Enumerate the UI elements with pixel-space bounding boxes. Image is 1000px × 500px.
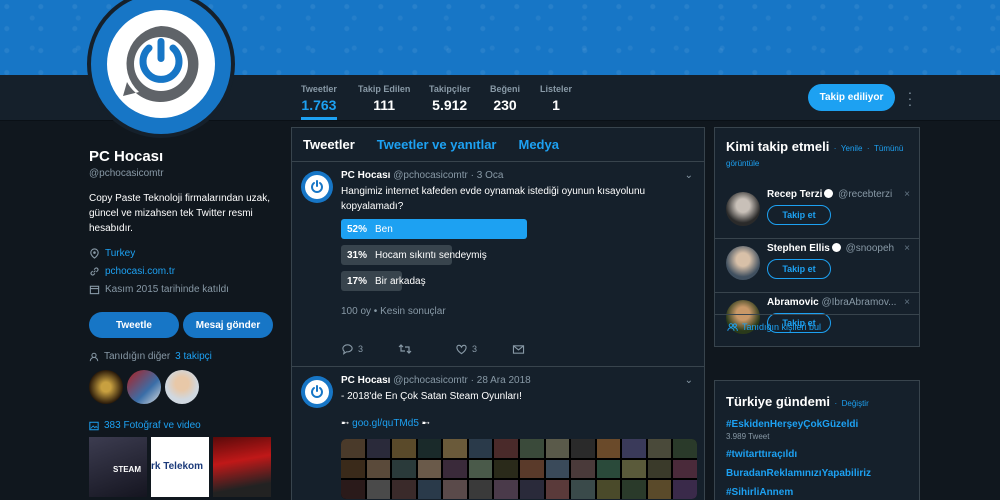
media-thumbnail[interactable]: rk Telekom [151,437,209,497]
known-followers-link[interactable]: 3 takipçi [175,351,212,362]
tab-tweets[interactable]: Tweetler [303,137,355,152]
trends-title: Türkiye gündemi [726,394,831,409]
photos-videos-link[interactable]: 383 Fotoğraf ve video [89,420,201,431]
tweet[interactable]: PC Hocası @pchocasicomtr · 3 Oca ⌄ Hangi… [292,162,704,367]
tweet-link-line: ➸ goo.gl/quTMd5 ➸ [341,418,431,429]
retweet-icon [398,344,412,354]
refresh-link[interactable]: Yenile [841,144,863,153]
calendar-icon [89,285,100,295]
direct-message-button[interactable] [512,343,569,355]
more-vertical-icon[interactable]: · · · [906,85,914,111]
follow-button[interactable]: Takip et [767,259,831,279]
tab-media[interactable]: Medya [519,137,559,152]
tweet-image[interactable] [341,439,697,499]
tweet-header: PC Hocası @pchocasicomtr · 3 Oca [341,170,504,181]
suggested-user: Abramovic @IbraAbramov... Takip et × [715,293,919,346]
tweet-author-name[interactable]: PC Hocası [341,375,390,386]
suggested-user: Stephen Ellis @snoopeh Takip et × [715,239,919,292]
poll-option: 31% Hocam sıkıntı sendeymiş [341,245,531,265]
dismiss-icon[interactable]: × [904,243,910,254]
avatar[interactable] [726,246,760,280]
power-logo-icon [123,26,199,102]
link-icon [90,267,99,276]
tweet-text: Hangimiz internet kafeden evde oynamak i… [341,186,646,212]
people-icon [727,323,738,332]
website-link[interactable]: pchocasi.com.tr [105,266,175,277]
retweet-button[interactable] [398,343,455,355]
tweet[interactable]: PC Hocası @pchocasicomtr · 28 Ara 2018 ⌄… [292,367,704,500]
image-icon [89,421,99,430]
tweet-header: PC Hocası @pchocasicomtr · 28 Ara 2018 [341,375,531,386]
profile-bio: Copy Paste Teknoloji firmalarından uzak,… [89,193,271,234]
poll-option: 17% Bir arkadaş [341,271,531,291]
profile-joined: Kasım 2015 tarihinde katıldı [89,284,279,295]
media-thumbnail[interactable] [213,437,271,497]
tweet-avatar[interactable] [301,376,333,408]
power-logo-icon [311,385,323,398]
location-pin-icon [90,248,99,259]
dismiss-icon[interactable]: × [904,297,910,308]
change-trends-link[interactable]: Değiştir [842,399,869,408]
tweet-to-button[interactable]: Tweetle [89,312,179,338]
envelope-icon [512,344,525,354]
avatar[interactable] [726,192,760,226]
poll-meta: 100 oy • Kesin sonuçlar [341,306,446,317]
suggested-user: Recep Terzi @recebterzi Takip et × [715,185,919,238]
tweet-link[interactable]: goo.gl/quTMd5 [352,418,419,429]
trend-item[interactable]: #SihirliAnnem [726,487,908,498]
location-link[interactable]: Turkey [105,248,135,259]
media-thumbnail[interactable]: STEAM [89,437,147,497]
trends-card: Türkiye gündemi · Değiştir #EskidenHerşe… [714,380,920,500]
stat-following[interactable]: Takip Edilen 111 [358,84,410,113]
tweet-avatar[interactable] [301,171,333,203]
power-logo-icon [311,180,323,193]
who-to-follow-title: Kimi takip etmeli [726,139,830,154]
heart-icon [456,344,467,355]
stat-likes[interactable]: Beğeni 230 [490,84,520,113]
stat-followers[interactable]: Takipçiler 5.912 [429,84,470,113]
verified-badge-icon [824,189,834,198]
known-follower-avatar[interactable] [89,370,123,404]
profile-name: PC Hocası [89,148,164,165]
timeline-tabs: Tweetler Tweetler ve yanıtlar Medya [292,128,704,162]
person-icon [89,352,99,361]
profile-card: PC Hocası @pchocasicomtr Copy Paste Tekn… [89,148,279,295]
follow-button[interactable]: Takip et [767,205,831,225]
tweet-date[interactable]: 3 Oca [477,170,504,181]
profile-website: pchocasi.com.tr [89,266,279,277]
stat-lists[interactable]: Listeler 1 [540,84,572,113]
known-follower-avatar[interactable] [165,370,199,404]
tweet-text: - 2018'de En Çok Satan Steam Oyunları! [341,391,522,402]
timeline: Tweetler Tweetler ve yanıtlar Medya PC H… [291,127,705,500]
trend-item[interactable]: BuradanReklamınızıYapabiliriz [726,468,908,479]
send-message-button[interactable]: Mesaj gönder [183,312,273,338]
known-follower-avatar[interactable] [127,370,161,404]
who-to-follow-card: Kimi takip etmeli · Yenile · Tümünü görü… [714,127,920,347]
trend-item[interactable]: #EskidenHerşeyÇokGüzeldi 3.989 Tweet [726,419,908,441]
reply-button[interactable]: 3 [341,343,398,355]
stat-tweets[interactable]: Tweetler 1.763 [301,84,337,120]
profile-location: Turkey [89,248,279,259]
following-button[interactable]: Takip ediliyor [808,84,895,111]
chevron-down-icon[interactable]: ⌄ [685,170,693,181]
tab-tweets-replies[interactable]: Tweetler ve yanıtlar [377,137,497,152]
trend-item[interactable]: #twitarttıraçıldı [726,449,908,460]
verified-badge-icon [831,243,841,252]
profile-handle: @pchocasicomtr [89,168,164,179]
tweet-actions: 3 3 [341,343,569,355]
chevron-down-icon[interactable]: ⌄ [685,375,693,386]
like-button[interactable]: 3 [455,343,512,355]
find-people-link[interactable]: Tanıdığın kişileri bul [727,322,821,332]
dismiss-icon[interactable]: × [904,189,910,200]
poll-option: 52% Ben [341,219,531,239]
reply-icon [342,344,353,355]
tweet-date[interactable]: 28 Ara 2018 [477,375,531,386]
known-followers: Tanıdığın diğer 3 takipçi [89,351,212,362]
tweet-author-name[interactable]: PC Hocası [341,170,390,181]
